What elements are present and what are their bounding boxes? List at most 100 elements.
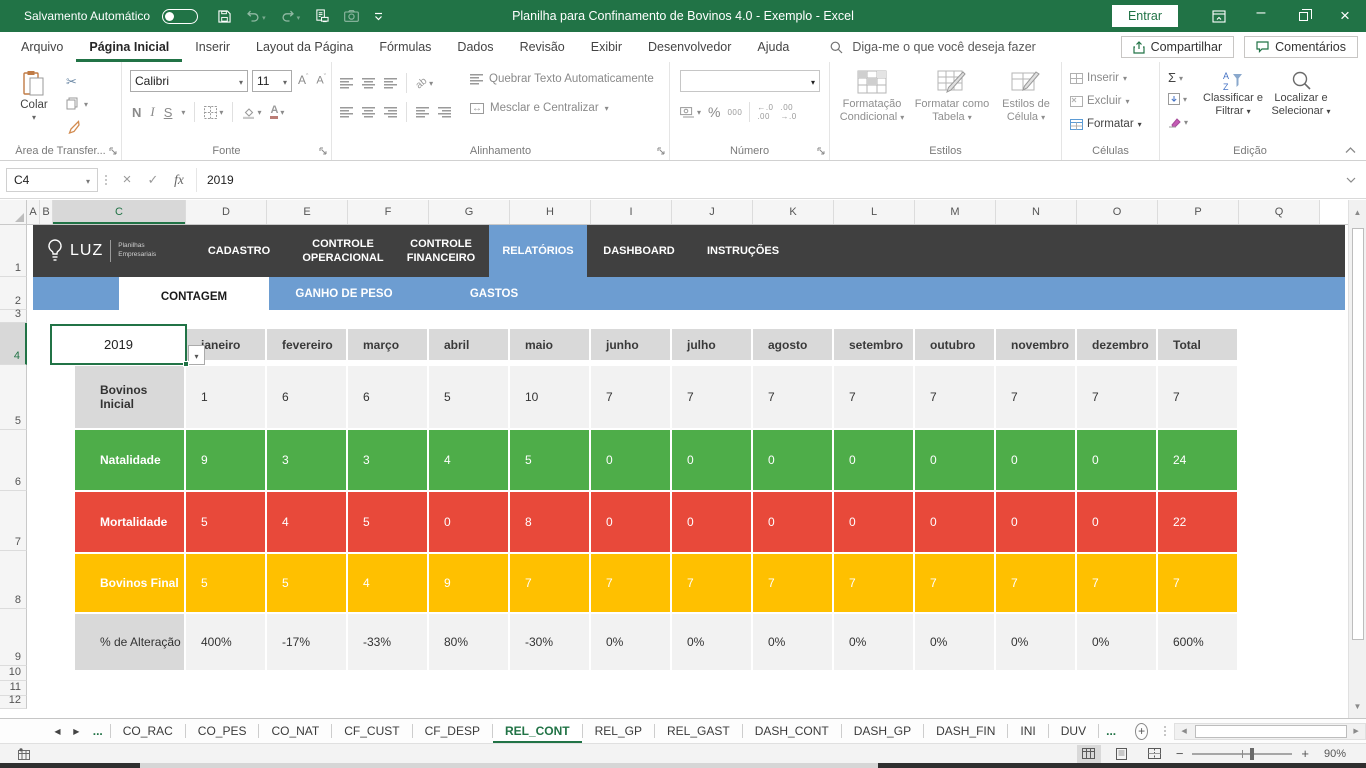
minimize-button[interactable] [1240,0,1282,32]
zoom-out-button[interactable]: − [1176,746,1184,761]
align-bottom-icon[interactable] [384,78,397,89]
select-all-corner[interactable] [0,200,27,225]
cancel-entry-button[interactable] [114,168,140,192]
orientation-button[interactable]: ab [416,77,433,89]
ribbon-tab-ajuda[interactable]: Ajuda [744,32,802,62]
sheet-tab-co-rac[interactable]: CO_RAC [111,719,185,743]
column-header-f[interactable]: F [348,200,429,224]
paste-button[interactable]: Colar [10,70,58,123]
report-cell[interactable]: 400% [186,614,265,670]
row-header-4[interactable]: 4 [0,323,27,365]
name-box[interactable]: C4 [6,168,98,192]
bold-button[interactable]: N [132,105,141,120]
report-cell[interactable]: 0 [672,430,751,490]
report-cell[interactable]: 5 [186,554,265,612]
column-header-c[interactable]: C [53,200,186,224]
ribbon-tab-dados[interactable]: Dados [444,32,506,62]
alignment-dialog-launcher[interactable] [657,147,665,155]
comma-style-button[interactable]: 000 [727,108,742,117]
fill-color-button[interactable] [242,106,261,119]
zoom-slider[interactable] [1192,753,1292,755]
align-middle-icon[interactable] [362,78,375,89]
report-cell[interactable]: 0 [915,492,994,552]
sheet-tab-rel-gast[interactable]: REL_GAST [655,719,742,743]
report-cell[interactable]: 7 [1077,554,1156,612]
redo-button[interactable] [281,9,301,23]
report-cell[interactable]: 0 [753,430,832,490]
sign-in-button[interactable]: Entrar [1112,5,1178,27]
subtab-ganho-de-peso[interactable]: GANHO DE PESO [269,277,419,310]
sheet-tab-co-pes[interactable]: CO_PES [186,719,259,743]
sheet-tab-rel-gp[interactable]: REL_GP [583,719,654,743]
view-page-break-button[interactable] [1143,745,1167,763]
report-cell[interactable]: 0 [1077,492,1156,552]
align-center-icon[interactable] [362,107,375,118]
month-header-outubro[interactable]: outubro [915,329,994,360]
hscroll-right-button[interactable]: ▶ [1347,724,1365,739]
column-header-q[interactable]: Q [1239,200,1320,224]
align-top-icon[interactable] [340,78,353,89]
month-header-junho[interactable]: junho [591,329,670,360]
ribbon-tab-formulas[interactable]: Fórmulas [366,32,444,62]
report-cell[interactable]: 7 [753,554,832,612]
report-cell[interactable]: 7 [672,554,751,612]
confirm-entry-button[interactable] [140,168,166,192]
sheet-tab-co-nat[interactable]: CO_NAT [259,719,331,743]
format-cells-button[interactable]: Formatar [1070,118,1142,130]
report-cell[interactable]: 0 [1077,430,1156,490]
nav-item-instrucoes[interactable]: INSTRUÇÕES [691,225,795,277]
report-cell[interactable]: 7 [915,554,994,612]
restore-button[interactable] [1282,0,1324,32]
grow-font-button[interactable]: Aˆ [298,73,308,87]
report-cell[interactable]: 7 [1077,366,1156,428]
add-sheet-button[interactable]: + [1135,723,1148,740]
shrink-font-button[interactable]: Aˇ [316,74,326,87]
percent-style-button[interactable]: % [708,104,720,120]
fill-handle[interactable] [183,361,189,367]
share-button[interactable]: Compartilhar [1121,36,1235,58]
formula-bar-splitter[interactable] [98,175,114,185]
column-header-o[interactable]: O [1077,200,1158,224]
accounting-format-button[interactable] [680,106,701,118]
year-dropdown-button[interactable] [188,345,205,365]
ribbon-tab-layout-da-pagina[interactable]: Layout da Página [243,32,366,62]
report-cell[interactable]: 0% [753,614,832,670]
zoom-level[interactable]: 90% [1318,748,1346,760]
month-header-agosto[interactable]: agosto [753,329,832,360]
column-header-m[interactable]: M [915,200,996,224]
sheet-tab-dash-cont[interactable]: DASH_CONT [743,719,841,743]
report-cell[interactable]: 7 [591,366,670,428]
report-cell[interactable]: 0 [672,492,751,552]
column-header-h[interactable]: H [510,200,591,224]
report-cell[interactable]: 7 [1158,366,1237,428]
format-painter-button[interactable] [66,120,80,134]
report-cell[interactable]: -17% [267,614,346,670]
ribbon-tab-inserir[interactable]: Inserir [182,32,243,62]
column-header-e[interactable]: E [267,200,348,224]
report-row-label[interactable]: % de Alteração [75,614,184,670]
comments-button[interactable]: Comentários [1244,36,1358,58]
report-cell[interactable]: 0% [996,614,1075,670]
nav-item-controle-operacional[interactable]: CONTROLE OPERACIONAL [293,225,393,277]
ribbon-tab-revisao[interactable]: Revisão [507,32,578,62]
report-cell[interactable]: 7 [996,554,1075,612]
sheet-canvas[interactable]: LUZ Planilhas Empresariais CADASTROCONTR… [27,225,1348,718]
sheet-tab-dash-gp[interactable]: DASH_GP [842,719,923,743]
autosave-toggle[interactable] [162,9,198,24]
month-header-julho[interactable]: julho [672,329,751,360]
subtab-gastos[interactable]: GASTOS [419,277,569,310]
zoom-in-button[interactable]: + [1301,746,1309,761]
number-dialog-launcher[interactable] [817,147,825,155]
ribbon-tab-exibir[interactable]: Exibir [578,32,635,62]
font-color-button[interactable]: A [270,105,284,119]
month-header-abril[interactable]: abril [429,329,508,360]
sheet-tab-ini[interactable]: INI [1008,719,1047,743]
report-cell[interactable]: 0 [834,492,913,552]
year-cell[interactable]: 2019 [50,324,187,365]
report-cell[interactable]: 0% [834,614,913,670]
collapse-ribbon-button[interactable] [1345,147,1356,154]
sheet-overflow-right[interactable]: ... [1099,719,1123,743]
nav-item-relatorios[interactable]: RELATÓRIOS [489,225,587,277]
report-cell[interactable]: -33% [348,614,427,670]
formula-input[interactable]: 2019 [196,168,1336,192]
